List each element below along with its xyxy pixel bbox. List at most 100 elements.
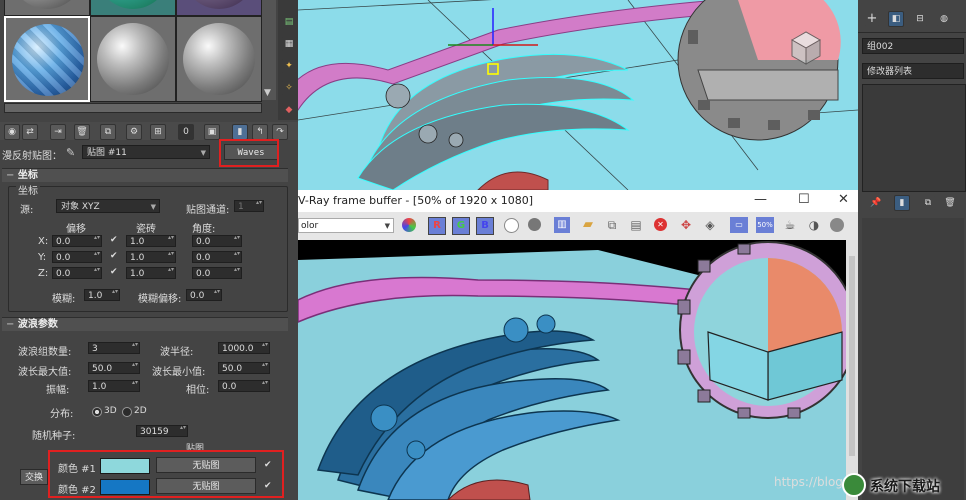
show-end-result-icon[interactable]: ▮	[232, 124, 248, 140]
distribution-3d-radio[interactable]	[92, 407, 102, 417]
tile-v-checkbox[interactable]: ✔	[110, 252, 119, 261]
render-icon[interactable]: ☕	[782, 217, 798, 233]
pin-stack-icon[interactable]: 📌	[868, 195, 884, 211]
history-icon[interactable]: ◑	[806, 217, 822, 233]
channel-dropdown[interactable]: olor ▼	[298, 218, 394, 233]
copy-material-icon[interactable]: ⧉	[100, 124, 116, 140]
layers-icon[interactable]: ▤	[281, 14, 297, 30]
tiling-y-spinner[interactable]: 1.0	[126, 251, 176, 263]
phase-spinner[interactable]: 0.0	[218, 380, 270, 392]
color-channels-icon[interactable]	[402, 218, 416, 232]
render-setup-icon[interactable]: ✧	[281, 80, 297, 96]
offset-y-spinner[interactable]: 0.0	[52, 251, 102, 263]
zoom-badge[interactable]: 50%	[756, 217, 774, 233]
slot-horizontal-scrollbar[interactable]	[4, 103, 262, 113]
make-unique-icon[interactable]: ⧉	[920, 195, 936, 211]
render-image[interactable]	[298, 240, 846, 500]
clipboard-icon[interactable]: ▤	[628, 217, 644, 233]
vray-vertical-scrollbar[interactable]	[846, 240, 858, 500]
map-name-dropdown[interactable]: 贴图 #11 ▼	[82, 145, 210, 159]
tile-u-checkbox[interactable]: ✔	[110, 236, 119, 245]
slot-scrollbar[interactable]	[262, 0, 276, 100]
random-seed-spinner[interactable]: 30159	[136, 425, 188, 437]
create-tab-icon[interactable]: +	[864, 11, 880, 27]
show-end-result-icon[interactable]: ▮	[894, 195, 910, 211]
watermark-globe-icon	[842, 473, 866, 497]
amplitude-spinner[interactable]: 1.0	[88, 380, 140, 392]
green-channel-button[interactable]: G	[452, 217, 470, 235]
delete-icon[interactable]: 🗑	[74, 124, 90, 140]
render-frame-icon[interactable]: ◆	[281, 102, 297, 118]
hierarchy-tab-icon[interactable]: ⊟	[912, 11, 928, 27]
mono-icon[interactable]	[528, 218, 541, 231]
motion-tab-icon[interactable]: ◍	[936, 11, 952, 27]
num-waves-spinner[interactable]: 3	[88, 342, 140, 354]
schematic-icon[interactable]: ▦	[281, 36, 297, 52]
vray-titlebar: V-Ray frame buffer - [50% of 1920 x 1080…	[298, 190, 858, 213]
go-forward-icon[interactable]: ↷	[272, 124, 288, 140]
distribution-2d-radio[interactable]	[122, 407, 132, 417]
wave-len-min-spinner[interactable]: 50.0	[218, 362, 270, 374]
object-name-field[interactable]: 组002	[862, 38, 964, 54]
command-panel: + ◧ ⊟ ◍ 组002 修改器列表 📌 ▮ ⧉ 🗑	[858, 0, 966, 500]
scrollbar-thumb[interactable]	[849, 256, 855, 456]
blur-spinner[interactable]: 1.0	[84, 289, 120, 301]
save-image-icon[interactable]: ▥	[554, 217, 570, 233]
eyedropper-icon[interactable]: ✎	[66, 146, 75, 159]
settings-icon[interactable]	[830, 218, 844, 232]
red-channel-button[interactable]: R	[428, 217, 446, 235]
offset-x-spinner[interactable]: 0.0	[52, 235, 102, 247]
highlight-box	[219, 139, 279, 167]
material-slot[interactable]	[90, 16, 176, 102]
open-folder-icon[interactable]: ▰	[580, 217, 596, 233]
modify-tab-icon[interactable]: ◧	[888, 11, 904, 27]
modifier-list-dropdown[interactable]: 修改器列表	[862, 63, 964, 79]
offset-z-spinner[interactable]: 0.0	[52, 267, 102, 279]
wave-radius-spinner[interactable]: 1000.0	[218, 342, 270, 354]
minimize-button[interactable]: —	[754, 192, 767, 207]
angle-y-spinner[interactable]: 0.0	[192, 251, 242, 263]
map-channel-spinner[interactable]: 1	[234, 200, 264, 212]
waves-rollout-header[interactable]: − 波浪参数	[2, 317, 288, 331]
coordinates-group-title: 坐标	[16, 182, 40, 197]
put-to-scene-icon[interactable]: ⇄	[22, 124, 38, 140]
source-dropdown[interactable]: 对象 XYZ ▼	[56, 199, 160, 213]
perspective-viewport[interactable]	[298, 0, 858, 190]
track-mouse-icon[interactable]: ✥	[678, 217, 694, 233]
collapse-icon: −	[6, 319, 18, 330]
swap-button[interactable]: 交换	[20, 469, 48, 485]
maximize-button[interactable]: ☐	[798, 192, 810, 207]
coordinates-rollout-header[interactable]: − 坐标	[2, 168, 288, 182]
clear-image-icon[interactable]: ✕	[654, 218, 667, 231]
unique-icon[interactable]: ⚙	[126, 124, 142, 140]
tiling-x-spinner[interactable]: 1.0	[126, 235, 176, 247]
blur-offset-spinner[interactable]: 0.0	[186, 289, 222, 301]
material-slot[interactable]	[4, 0, 90, 16]
show-map-icon[interactable]: ▣	[204, 124, 220, 140]
material-slot[interactable]	[176, 0, 262, 16]
get-material-icon[interactable]: ◉	[4, 124, 20, 140]
close-button[interactable]: ✕	[838, 192, 849, 207]
wave-len-max-spinner[interactable]: 50.0	[88, 362, 140, 374]
material-slot[interactable]	[90, 0, 176, 16]
blue-channel-button[interactable]: B	[476, 217, 494, 235]
alpha-channel-icon[interactable]	[504, 218, 519, 233]
tiling-z-spinner[interactable]: 1.0	[126, 267, 176, 279]
angle-x-spinner[interactable]: 0.0	[192, 235, 242, 247]
lens-effects-icon[interactable]: ▭	[730, 217, 748, 233]
put-to-library-icon[interactable]: ⊞	[150, 124, 166, 140]
remove-modifier-icon[interactable]: 🗑	[942, 195, 958, 211]
scroll-down-icon[interactable]: ▼	[264, 88, 271, 98]
go-to-parent-icon[interactable]: ↰	[252, 124, 268, 140]
material-slot[interactable]	[176, 16, 262, 102]
material-id-icon[interactable]: 0	[178, 124, 194, 140]
render-icon[interactable]: ✦	[281, 58, 297, 74]
copy-icon[interactable]: ⧉	[604, 217, 620, 233]
modifier-stack[interactable]	[862, 84, 966, 192]
tile-w-checkbox[interactable]: ✔	[110, 268, 119, 277]
region-render-icon[interactable]: ◈	[702, 217, 718, 233]
angle-z-spinner[interactable]: 0.0	[192, 267, 242, 279]
vray-toolbar: olor ▼ R G B ▥ ▰ ⧉ ▤ ✕ ✥ ◈ ▭ 50% ☕ ◑	[298, 212, 858, 240]
assign-material-icon[interactable]: ⇥	[50, 124, 66, 140]
material-slot-active[interactable]	[4, 16, 90, 102]
